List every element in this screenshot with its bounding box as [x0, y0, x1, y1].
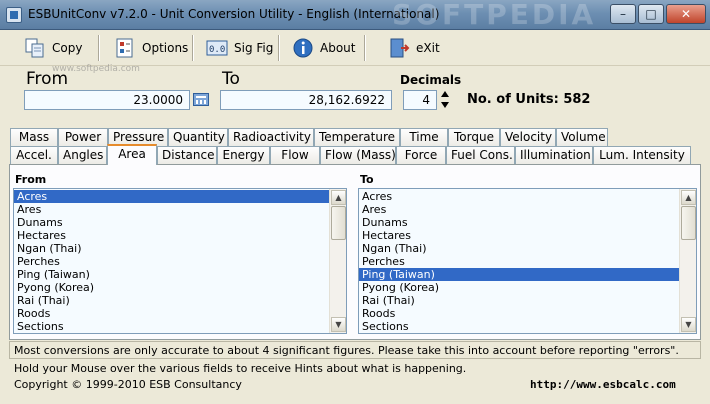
to-value-output[interactable]: 28,162.6922: [220, 90, 392, 110]
decimals-input[interactable]: 4: [403, 90, 437, 110]
options-label: Options: [142, 41, 189, 55]
list-item[interactable]: Dunams: [359, 216, 680, 229]
tab-distance[interactable]: Distance: [157, 146, 217, 164]
spin-down-icon[interactable]: [441, 102, 449, 108]
scroll-up-icon[interactable]: ▲: [331, 190, 346, 205]
exit-label: eXit: [416, 41, 440, 55]
list-item[interactable]: Ping (Taiwan): [14, 268, 330, 281]
area-panel: From To Acres Ares Dunams Hectares Ngan (Tha…: [9, 164, 701, 340]
tab-torque[interactable]: Torque: [448, 128, 500, 146]
tab-illumination[interactable]: Illumination: [515, 146, 593, 164]
close-button[interactable]: ✕: [666, 4, 706, 24]
list-item[interactable]: Roods: [14, 307, 330, 320]
decimals-spinner[interactable]: [440, 90, 452, 110]
list-item[interactable]: Ares: [359, 203, 680, 216]
list-item[interactable]: Sections: [14, 320, 330, 333]
list-item[interactable]: Ngan (Thai): [359, 242, 680, 255]
tab-quantity[interactable]: Quantity: [168, 128, 228, 146]
watermark: SOFTPEDIA: [392, 0, 597, 31]
svg-text:0.0: 0.0: [209, 45, 225, 55]
minimize-button[interactable]: –: [610, 4, 636, 24]
tab-force[interactable]: Force: [396, 146, 446, 164]
scroll-thumb[interactable]: [681, 206, 696, 240]
copyright-text: Copyright © 1999-2010 ESB Consultancy: [14, 378, 242, 391]
list-item[interactable]: Ngan (Thai): [14, 242, 330, 255]
from-value-input[interactable]: 23.0000: [24, 90, 190, 110]
hint-text: Hold your Mouse over the various fields …: [14, 362, 467, 375]
units-count: No. of Units: 582: [467, 92, 591, 107]
sig-fig-icon: 0.0: [206, 37, 228, 59]
exit-icon: [388, 37, 410, 59]
sig-fig-label: Sig Fig: [234, 41, 274, 55]
options-button[interactable]: Options: [106, 33, 196, 63]
tab-velocity[interactable]: Velocity: [500, 128, 556, 146]
list-item[interactable]: Rai (Thai): [359, 294, 680, 307]
from-list-title: From: [15, 173, 47, 186]
tab-radioactivity[interactable]: Radioactivity: [228, 128, 314, 146]
accuracy-note: Most conversions are only accurate to ab…: [14, 344, 679, 357]
tab-row-2: Accel. Angles Area Distance Energy Flow Flow (…: [10, 144, 702, 165]
list-item[interactable]: Perches: [14, 255, 330, 268]
list-item[interactable]: Acres: [14, 190, 330, 203]
scroll-down-icon[interactable]: ▼: [331, 317, 346, 332]
toolbar: Copy Options 0.0 Sig Fig About eXit www.…: [0, 30, 710, 74]
to-list-scrollbar[interactable]: ▲ ▼: [679, 189, 696, 333]
app-icon: [6, 7, 22, 23]
tab-temperature[interactable]: Temperature: [314, 128, 400, 146]
scroll-down-icon[interactable]: ▼: [681, 317, 696, 332]
options-icon: [114, 37, 136, 59]
to-label: To: [222, 69, 240, 89]
window-title: ESBUnitConv v7.2.0 - Unit Conversion Uti…: [28, 7, 440, 21]
copy-button[interactable]: Copy: [16, 33, 90, 63]
list-item[interactable]: Dunams: [14, 216, 330, 229]
info-icon: [292, 37, 314, 59]
tab-accel[interactable]: Accel.: [10, 146, 58, 164]
calculator-icon[interactable]: [193, 93, 209, 106]
list-item[interactable]: Hectares: [359, 229, 680, 242]
list-item[interactable]: Roods: [359, 307, 680, 320]
list-item[interactable]: Acres: [359, 190, 680, 203]
copy-label: Copy: [52, 41, 83, 55]
to-list-title: To: [360, 173, 374, 186]
sig-fig-button[interactable]: 0.0 Sig Fig: [198, 33, 281, 63]
list-item[interactable]: Pyong (Korea): [359, 281, 680, 294]
exit-button[interactable]: eXit: [380, 33, 448, 63]
decimals-label: Decimals: [400, 73, 462, 87]
maximize-button[interactable]: □: [638, 4, 664, 24]
scroll-up-icon[interactable]: ▲: [681, 190, 696, 205]
tab-energy[interactable]: Energy: [217, 146, 270, 164]
copy-icon: [24, 37, 46, 59]
list-item[interactable]: Pyong (Korea): [14, 281, 330, 294]
from-unit-list[interactable]: Acres Ares Dunams Hectares Ngan (Thai) Perche…: [13, 188, 347, 334]
list-item[interactable]: Ping (Taiwan): [359, 268, 680, 281]
list-item[interactable]: Perches: [359, 255, 680, 268]
tab-area[interactable]: Area: [107, 144, 157, 165]
about-label: About: [320, 41, 356, 55]
tab-flow[interactable]: Flow: [270, 146, 320, 164]
to-unit-list[interactable]: Acres Ares Dunams Hectares Ngan (Thai) Perche…: [358, 188, 697, 334]
tab-time[interactable]: Time: [400, 128, 448, 146]
tab-lum-intensity[interactable]: Lum. Intensity: [593, 146, 691, 164]
from-label: From: [26, 69, 69, 89]
list-item[interactable]: Ares: [14, 203, 330, 216]
website-link[interactable]: http://www.esbcalc.com: [530, 378, 676, 391]
tab-flow-mass[interactable]: Flow (Mass): [320, 146, 396, 164]
tab-mass[interactable]: Mass: [10, 128, 58, 146]
tab-power[interactable]: Power: [58, 128, 108, 146]
scroll-thumb[interactable]: [331, 206, 346, 240]
tab-volume[interactable]: Volume: [556, 128, 608, 146]
from-list-scrollbar[interactable]: ▲ ▼: [329, 189, 346, 333]
tab-angles[interactable]: Angles: [58, 146, 107, 164]
title-bar: ESBUnitConv v7.2.0 - Unit Conversion Uti…: [0, 0, 710, 31]
spin-up-icon[interactable]: [441, 91, 449, 97]
about-button[interactable]: About: [284, 33, 363, 63]
list-item[interactable]: Rai (Thai): [14, 294, 330, 307]
tab-fuel-cons[interactable]: Fuel Cons.: [446, 146, 515, 164]
list-item[interactable]: Hectares: [14, 229, 330, 242]
list-item[interactable]: Sections: [359, 320, 680, 333]
